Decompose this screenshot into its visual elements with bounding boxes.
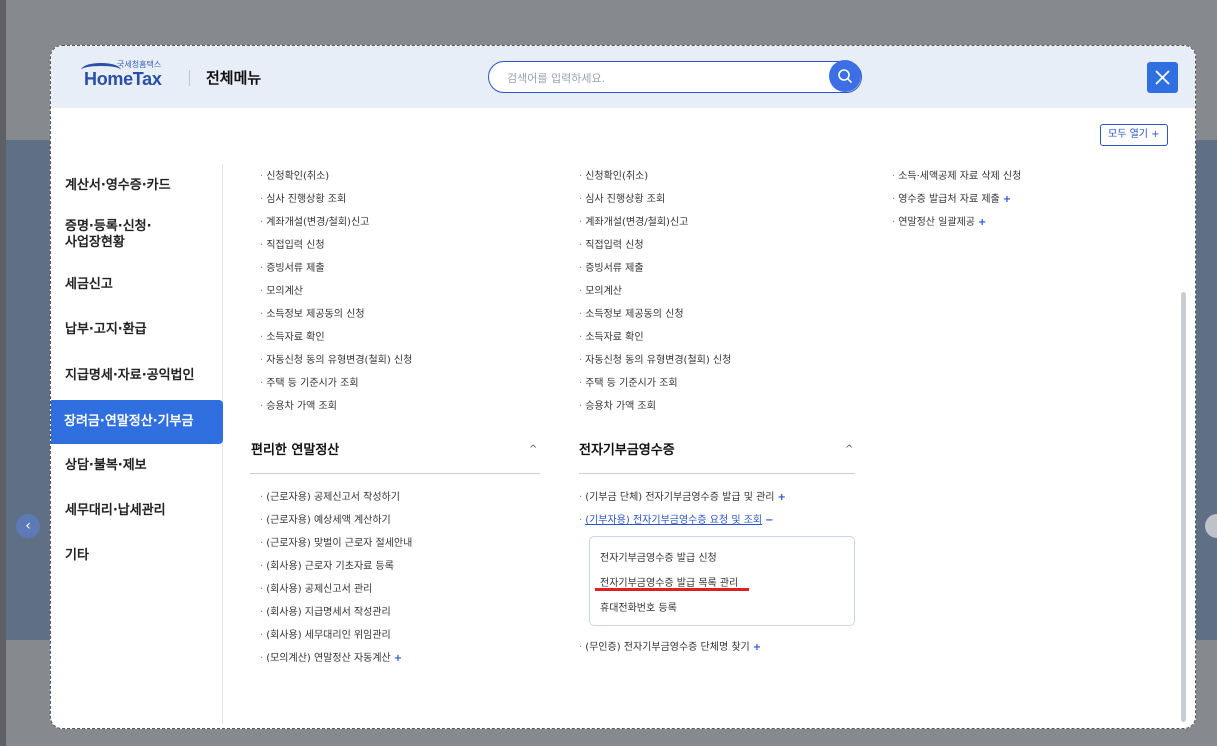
close-icon (1155, 70, 1170, 85)
search-input[interactable] (507, 68, 807, 88)
menu-link[interactable]: · (모의계산) 연말정산 자동계산 + (260, 652, 402, 666)
nav-item-consult[interactable]: 상담·불복·제보 (65, 458, 223, 474)
menu-link[interactable]: · 승용차 가액 조회 (579, 400, 656, 414)
collapse-minus-icon[interactable]: − (765, 515, 773, 526)
menu-link[interactable]: · 신청확인(취소) (579, 170, 648, 184)
collapse-caret-icon[interactable]: ^ (845, 444, 853, 455)
side-nav: 계산서·영수증·카드 증명·등록·신청· 사업장현황 세금신고 납부·고지·환급… (51, 164, 223, 724)
menu-link[interactable]: · 모의계산 (579, 285, 622, 299)
menu-link[interactable]: · (근로자용) 맞벌이 근로자 절세안내 (260, 537, 412, 551)
background-left-strip (0, 0, 6, 746)
search-icon (838, 69, 852, 83)
menu-link[interactable]: · 주택 등 기준시가 조회 (260, 377, 359, 391)
submenu-item[interactable]: 전자기부금영수증 발급 신청 (600, 549, 717, 564)
expand-all-button[interactable]: 모두 열기 + (1100, 124, 1168, 146)
expand-plus-icon[interactable]: + (753, 642, 761, 653)
menu-link[interactable]: · 영수증 발급처 자료 제출 + (892, 193, 1011, 207)
menu-link[interactable]: · 주택 등 기준시가 조회 (579, 377, 678, 391)
modal-title: 전체메뉴 (206, 69, 262, 87)
menu-link[interactable]: · 소득자료 확인 (260, 331, 325, 345)
prev-slide-button[interactable]: ‹ (16, 514, 40, 538)
menu-link[interactable]: · 소득정보 제공동의 신청 (579, 308, 684, 322)
menu-link[interactable]: · 직접입력 신청 (260, 239, 325, 253)
expand-plus-icon[interactable]: + (394, 653, 402, 664)
section-divider (250, 473, 540, 474)
collapse-caret-icon[interactable]: ^ (529, 444, 537, 455)
menu-link[interactable]: · 자동신청 동의 유형변경(철회) 신청 (579, 354, 731, 368)
section-divider (579, 473, 855, 474)
menu-link[interactable]: · 소득자료 확인 (579, 331, 644, 345)
nav-item-tax-report[interactable]: 세금신고 (65, 277, 223, 293)
hometax-logo[interactable]: 국세청홈택스 HomeTax (77, 59, 175, 95)
menu-link[interactable]: · 연말정산 일괄제공 + (892, 216, 986, 230)
menu-link[interactable]: · (회사용) 근로자 기초자료 등록 (260, 560, 394, 574)
menu-link-expanded[interactable]: · (기부자용) 전자기부금영수증 요청 및 조회 − (579, 514, 774, 528)
menu-link[interactable]: · 소득정보 제공동의 신청 (260, 308, 365, 322)
menu-link[interactable]: · 소득·세액공제 자료 삭제 신청 (892, 170, 1021, 184)
menu-link[interactable]: · (기부금 단체) 전자기부금영수증 발급 및 관리 + (579, 491, 786, 505)
submenu-item-highlighted[interactable]: 전자기부금영수증 발급 목록 관리 (600, 574, 738, 589)
section-title-e-donation-receipt[interactable]: 전자기부금영수증 (579, 439, 675, 458)
modal-header: 국세청홈택스 HomeTax 전체메뉴 (51, 46, 1195, 108)
nav-item-tax-agent[interactable]: 세무대리·납세관리 (65, 503, 223, 519)
menu-link[interactable]: · 증빙서류 제출 (579, 262, 644, 276)
menu-link[interactable]: · 승용차 가액 조회 (260, 400, 337, 414)
menu-link[interactable]: · (근로자용) 예상세액 계산하기 (260, 514, 391, 528)
menu-link[interactable]: · (무인증) 전자기부금영수증 단체명 찾기 + (579, 641, 761, 655)
menu-link[interactable]: · 계좌개설(변경/철회)신고 (579, 216, 688, 230)
expand-plus-icon[interactable]: + (777, 492, 785, 503)
expand-plus-icon[interactable]: + (1003, 194, 1011, 205)
header-divider (189, 70, 190, 86)
menu-link[interactable]: · 증빙서류 제출 (260, 262, 325, 276)
menu-link[interactable]: · 심사 진행상황 조회 (260, 193, 346, 207)
nav-item-certificate[interactable]: 증명·등록·신청· 사업장현황 (65, 219, 223, 251)
menu-link[interactable]: · 자동신청 동의 유형변경(철회) 신청 (260, 354, 412, 368)
search-button[interactable] (829, 60, 861, 92)
menu-link[interactable]: · 신청확인(취소) (260, 170, 329, 184)
logo-text: HomeTax (84, 69, 162, 89)
section-title-easy-settlement[interactable]: 편리한 연말정산 (251, 439, 339, 458)
menu-link[interactable]: · 계좌개설(변경/철회)신고 (260, 216, 369, 230)
menu-link[interactable]: · (회사용) 세무대리인 위임관리 (260, 629, 391, 643)
menu-link[interactable]: · (근로자용) 공제신고서 작성하기 (260, 491, 400, 505)
submenu-panel: 전자기부금영수증 발급 신청 전자기부금영수증 발급 목록 관리 휴대전화번호 … (589, 536, 855, 626)
menu-link[interactable]: · (회사용) 공제신고서 관리 (260, 583, 372, 597)
nav-item-payment[interactable]: 납부·고지·환급 (65, 322, 223, 338)
full-menu-modal: 국세청홈택스 HomeTax 전체메뉴 모두 열기 + 계산서·영수증·카드 증… (50, 45, 1196, 729)
expand-plus-icon[interactable]: + (978, 217, 986, 228)
nav-item-incentive-active[interactable]: 장려금·연말정산·기부금 (51, 400, 223, 444)
menu-link[interactable]: · 모의계산 (260, 285, 303, 299)
close-button[interactable] (1147, 62, 1178, 93)
nav-item-statement[interactable]: 지급명세·자료·공익법인 (65, 368, 223, 384)
menu-link[interactable]: · 직접입력 신청 (579, 239, 644, 253)
menu-link[interactable]: · 심사 진행상황 조회 (579, 193, 665, 207)
search-box (488, 61, 862, 93)
scrollbar[interactable] (1181, 292, 1186, 722)
highlight-underline (595, 588, 749, 591)
nav-item-invoice[interactable]: 계산서·영수증·카드 (65, 178, 223, 194)
submenu-item[interactable]: 휴대전화번호 등록 (600, 599, 677, 614)
menu-link[interactable]: · (회사용) 지급명세서 작성관리 (260, 606, 391, 620)
nav-item-etc[interactable]: 기타 (65, 548, 223, 564)
